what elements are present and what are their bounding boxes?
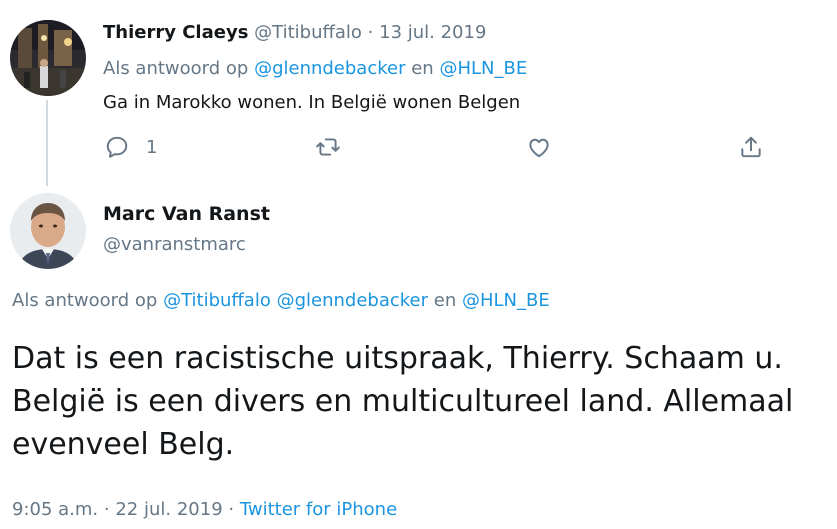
reply-author-row: Thierry Claeys @Titibuffalo · 13 jul. 20… (103, 22, 486, 43)
avatar-photo-portrait (10, 193, 86, 269)
like-button[interactable] (526, 132, 552, 162)
avatar-thierry-claeys[interactable] (10, 20, 86, 96)
reply-author-name[interactable]: Thierry Claeys (103, 22, 248, 43)
reply-date[interactable]: 13 jul. 2019 (379, 22, 486, 43)
main-author-handle[interactable]: @vanranstmarc (103, 234, 246, 255)
retweet-button[interactable] (315, 132, 341, 162)
thread-connector-line (46, 100, 48, 186)
reply-button[interactable]: 1 (104, 132, 157, 162)
main-in-reply-to: Als antwoord op @Titibuffalo @glenndebac… (12, 290, 550, 311)
heart-icon (529, 138, 549, 158)
main-tweet-meta: 9:05 a.m. · 22 jul. 2019 · Twitter for i… (12, 499, 397, 520)
avatar-marc-van-ranst[interactable] (10, 193, 86, 269)
main-meta-separator-2: · (228, 499, 235, 520)
main-reply-to-conjunction: en (433, 290, 457, 311)
reply-separator: · (367, 22, 374, 43)
reply-to-prefix: Als antwoord op (103, 58, 249, 79)
share-icon (741, 136, 761, 158)
main-reply-to-prefix: Als antwoord op (12, 290, 158, 311)
reply-icon (106, 136, 128, 158)
mention-hln-be[interactable]: @HLN_BE (439, 58, 527, 79)
main-tweet-time[interactable]: 9:05 a.m. (12, 499, 98, 520)
share-button[interactable] (738, 132, 764, 162)
mention-glenndebacker-main[interactable]: @glenndebacker (277, 290, 428, 311)
reply-to-conjunction: en (411, 58, 434, 79)
avatar-photo-night-street (10, 20, 86, 96)
main-author-name[interactable]: Marc Van Ranst (103, 203, 270, 225)
retweet-icon (316, 138, 340, 156)
main-tweet-date[interactable]: 22 jul. 2019 (115, 499, 222, 520)
mention-titibuffalo[interactable]: @Titibuffalo (163, 290, 271, 311)
reply-tweet-text: Ga in Marokko wonen. In België wonen Bel… (103, 92, 521, 113)
mention-hln-be-main[interactable]: @HLN_BE (462, 290, 550, 311)
main-tweet-text: Dat is een racistische uitspraak, Thierr… (12, 341, 794, 462)
mention-glenndebacker[interactable]: @glenndebacker (254, 58, 405, 79)
reply-count: 1 (146, 136, 158, 158)
reply-author-handle[interactable]: @Titibuffalo (254, 22, 362, 43)
main-meta-separator: · (103, 499, 110, 520)
main-tweet-source[interactable]: Twitter for iPhone (240, 499, 397, 520)
reply-in-reply-to: Als antwoord op @glenndebacker en @HLN_B… (103, 58, 527, 79)
